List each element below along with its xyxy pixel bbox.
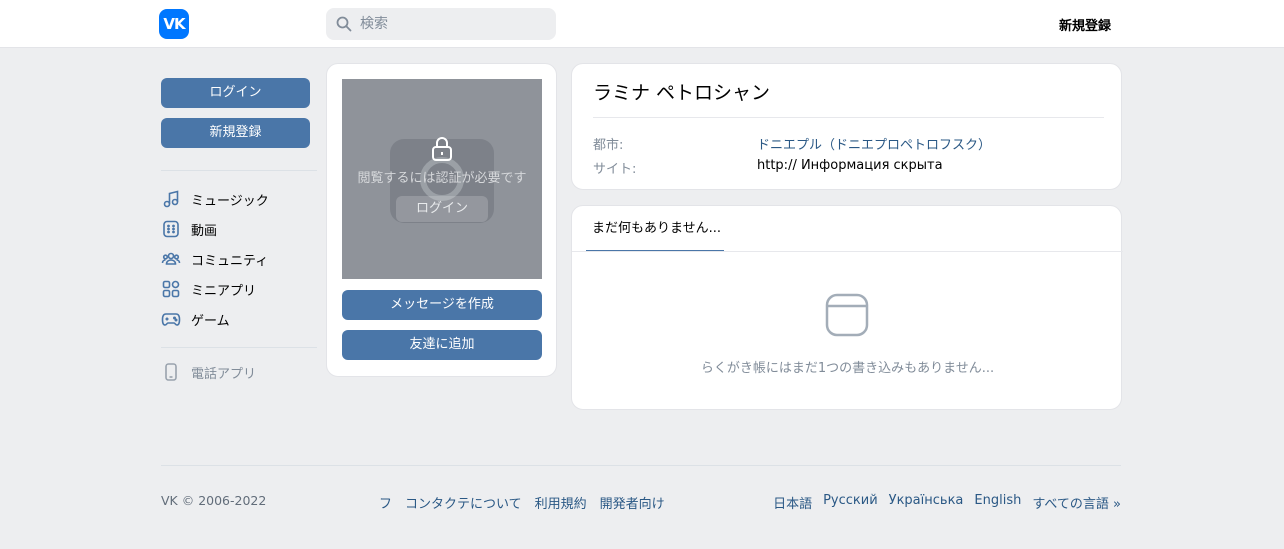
language-link-japanese[interactable]: 日本語 bbox=[773, 493, 812, 512]
vk-logo[interactable]: VK bbox=[159, 9, 189, 39]
language-link-ukrainian[interactable]: Українська bbox=[889, 493, 964, 512]
photo-card: 閲覧するには認証が必要です ログイン メッセージを作成 友達に追加 bbox=[326, 63, 557, 377]
footer-links: フ コンタクテについて 利用規約 開発者向け bbox=[379, 493, 665, 512]
empty-wall-icon bbox=[825, 293, 869, 337]
footer-languages: 日本語 Русский Українська English すべての言語 » bbox=[773, 493, 1121, 512]
footer-link-terms[interactable]: 利用規約 bbox=[535, 493, 587, 512]
gamepad-icon bbox=[161, 313, 181, 326]
lock-icon bbox=[432, 137, 452, 161]
music-icon bbox=[163, 190, 179, 208]
sidebar-divider bbox=[161, 170, 317, 171]
community-icon bbox=[161, 252, 181, 265]
sidebar-item-label: コミュニティ bbox=[191, 253, 269, 269]
sidebar-item-label: 電話アプリ bbox=[191, 366, 257, 382]
site-value: http:// Информация скрыта bbox=[757, 158, 943, 173]
footer-link[interactable]: フ bbox=[379, 493, 392, 512]
search-box[interactable] bbox=[326, 8, 556, 40]
signup-button[interactable]: 新規登録 bbox=[161, 118, 310, 148]
profile-info-card: ラミナ ペトロシャン 都市: ドニエプル（ドニエプロペトロフスク） サイト: h… bbox=[571, 63, 1122, 190]
apps-icon bbox=[162, 280, 180, 298]
sidebar-item-mini-apps[interactable]: ミニアプリ bbox=[161, 275, 317, 303]
footer-copyright: VK © 2006-2022 bbox=[161, 493, 267, 508]
tab-divider bbox=[572, 251, 1123, 252]
sidebar-item-video[interactable]: 動画 bbox=[161, 215, 317, 243]
photo-login-button[interactable]: ログイン bbox=[396, 196, 488, 222]
city-link[interactable]: ドニエプル（ドニエプロペトロフスク） bbox=[757, 134, 991, 153]
footer-link-developers[interactable]: 開発者向け bbox=[600, 493, 665, 512]
footer-divider bbox=[161, 465, 1121, 466]
sidebar-item-phone-app[interactable]: 電話アプリ bbox=[161, 358, 317, 386]
sidebar-item-music[interactable]: ミュージック bbox=[161, 185, 317, 213]
sidebar-item-label: ミュージック bbox=[191, 193, 269, 209]
profile-name: ラミナ ペトロシャン bbox=[593, 82, 771, 104]
sidebar-item-community[interactable]: コミュニティ bbox=[161, 245, 317, 273]
footer-link-about[interactable]: コンタクテについて bbox=[405, 493, 522, 512]
wall-card: まだ何もありません... らくがき帳にはまだ1つの書き込みもありません... bbox=[571, 205, 1123, 410]
video-icon bbox=[163, 220, 179, 238]
city-label: 都市: bbox=[593, 138, 624, 153]
all-languages-link[interactable]: すべての言語 » bbox=[1032, 493, 1121, 512]
sidebar-item-label: ゲーム bbox=[191, 313, 230, 329]
search-input[interactable] bbox=[360, 8, 550, 40]
sidebar-item-label: ミニアプリ bbox=[191, 283, 257, 299]
top-header: VK 新規登録 bbox=[0, 0, 1284, 48]
login-button[interactable]: ログイン bbox=[161, 78, 310, 108]
header-signup-link[interactable]: 新規登録 bbox=[1059, 15, 1111, 34]
language-link-russian[interactable]: Русский bbox=[823, 493, 878, 512]
sidebar-item-label: 動画 bbox=[191, 223, 218, 239]
tab-wall[interactable]: まだ何もありません... bbox=[586, 206, 724, 252]
search-icon bbox=[336, 16, 352, 32]
info-divider bbox=[593, 117, 1104, 118]
phone-icon bbox=[165, 363, 177, 381]
sidebar-divider bbox=[161, 347, 317, 348]
add-friend-button[interactable]: 友達に追加 bbox=[342, 330, 542, 360]
sidebar-item-games[interactable]: ゲーム bbox=[161, 305, 317, 333]
write-message-button[interactable]: メッセージを作成 bbox=[342, 290, 542, 320]
language-link-english[interactable]: English bbox=[974, 493, 1021, 512]
locked-photo-message: 閲覧するには認証が必要です bbox=[357, 171, 527, 186]
site-label: サイト: bbox=[593, 162, 637, 177]
profile-photo-locked: 閲覧するには認証が必要です ログイン bbox=[342, 79, 542, 279]
empty-wall-message: らくがき帳にはまだ1つの書き込みもありません... bbox=[700, 361, 995, 376]
